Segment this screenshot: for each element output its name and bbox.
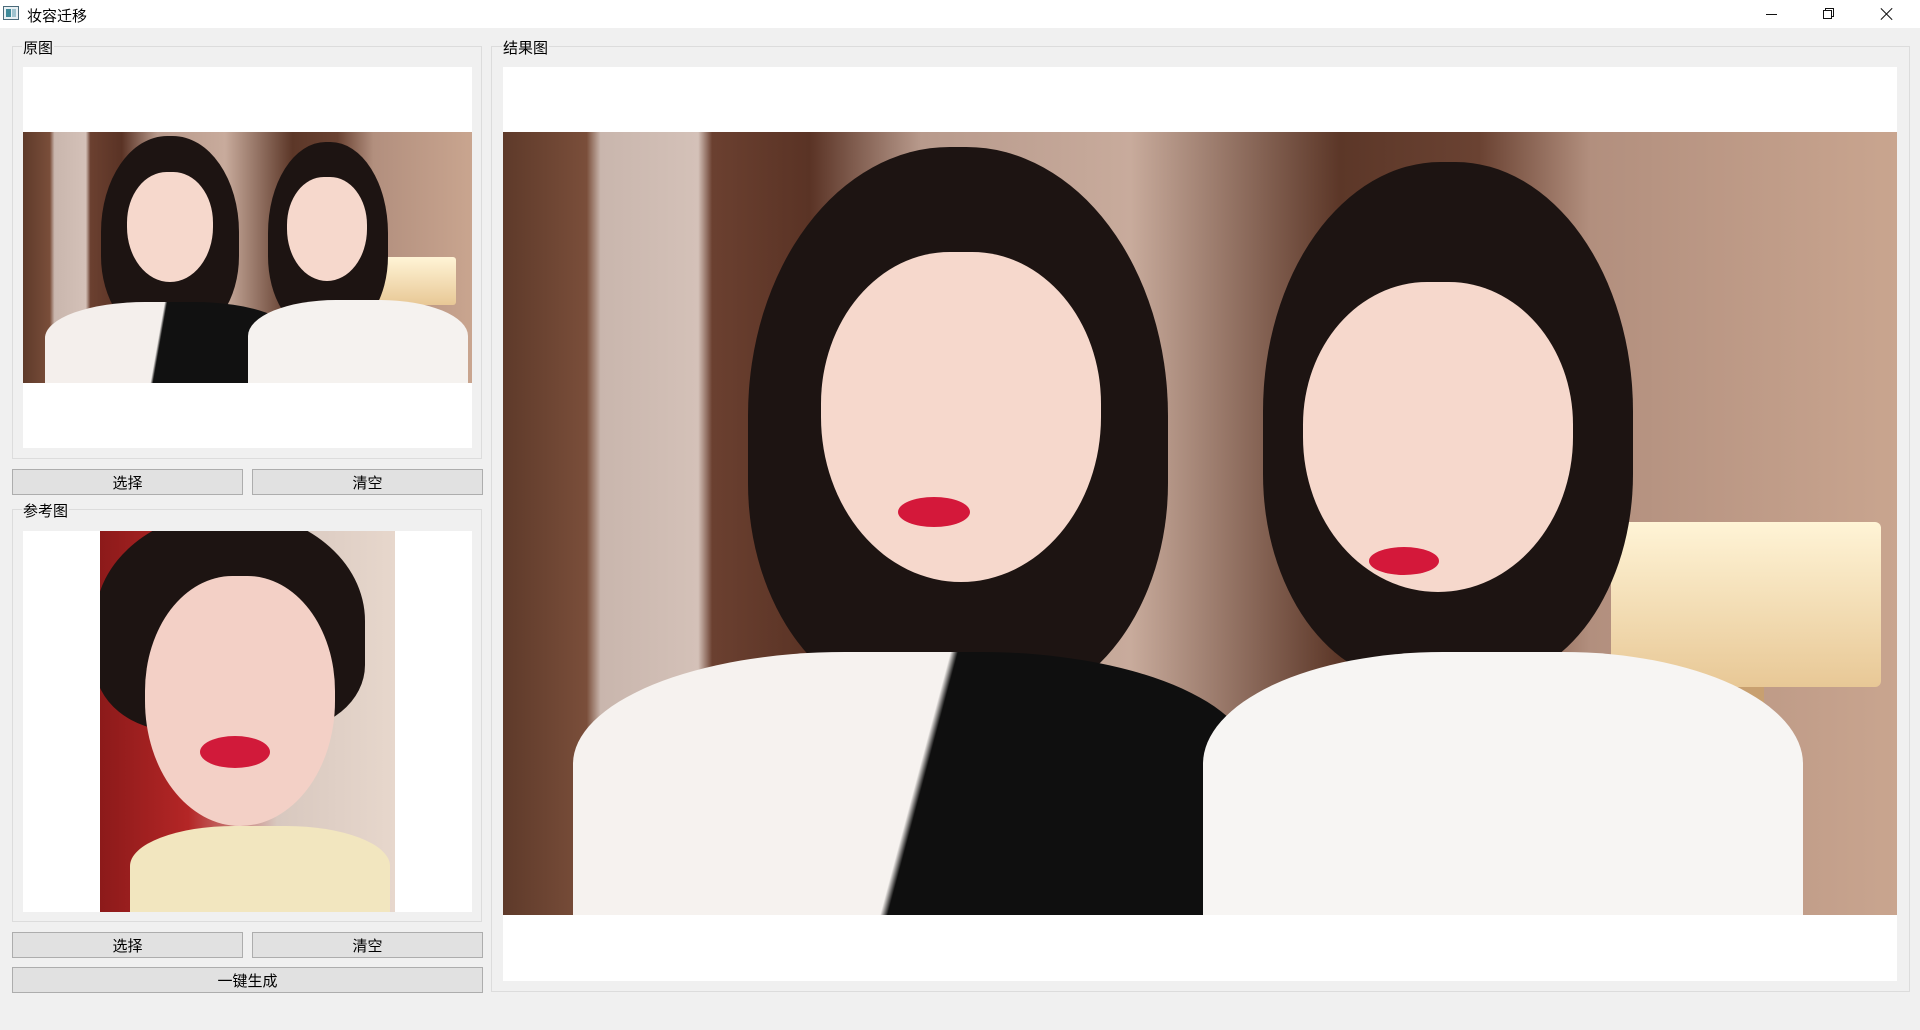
reference-select-button[interactable]: 选择 — [12, 932, 243, 958]
original-group-title: 原图 — [22, 37, 55, 58]
reference-clear-button[interactable]: 清空 — [252, 932, 483, 958]
minimize-button[interactable] — [1742, 0, 1800, 28]
title-bar: 妆容迁移 — [0, 0, 1920, 28]
original-select-button[interactable]: 选择 — [12, 469, 243, 495]
minimize-icon — [1765, 13, 1777, 15]
result-lips-left — [898, 497, 970, 527]
restore-icon — [1823, 8, 1835, 20]
window-title: 妆容迁移 — [27, 7, 88, 25]
generate-button[interactable]: 一键生成 — [12, 967, 483, 993]
original-clear-button[interactable]: 清空 — [252, 469, 483, 495]
close-button[interactable] — [1858, 0, 1916, 28]
lips-shape — [200, 736, 270, 768]
app-icon — [3, 6, 19, 20]
result-group-title: 结果图 — [502, 37, 550, 58]
result-photo — [503, 132, 1897, 915]
original-photo — [23, 132, 472, 383]
reference-group-title: 参考图 — [22, 500, 70, 521]
reference-photo — [100, 531, 395, 912]
result-lips-right — [1369, 547, 1439, 575]
reference-image-view — [23, 531, 472, 912]
close-icon — [1881, 8, 1893, 20]
restore-button[interactable] — [1800, 0, 1858, 28]
result-image-view — [503, 67, 1897, 981]
original-image-view — [23, 67, 472, 448]
